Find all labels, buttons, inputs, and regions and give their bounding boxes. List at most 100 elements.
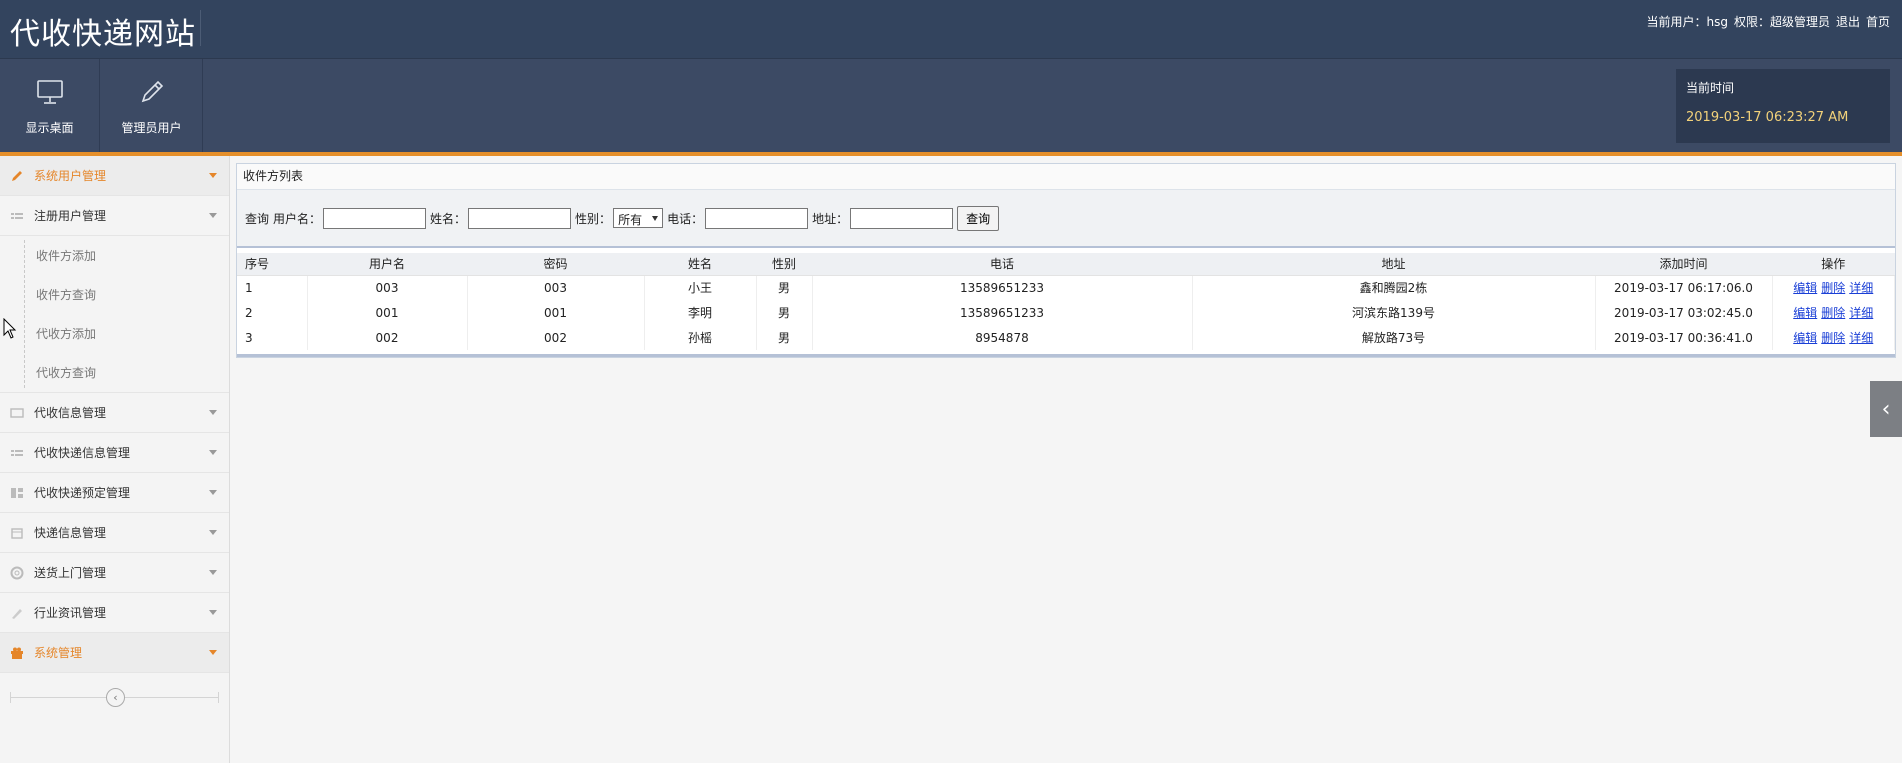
user-info: 当前用户：hsg 权限：超级管理员 退出 首页 — [1646, 13, 1890, 30]
cell-no: 2 — [237, 300, 308, 325]
current-user: 当前用户：hsg — [1646, 15, 1728, 29]
permission: 权限：超级管理员 — [1733, 15, 1830, 29]
sidebar-collapse-row: ‹ — [0, 673, 229, 723]
name-input[interactable] — [468, 207, 572, 229]
show-desktop-button[interactable]: 显示桌面 — [0, 59, 100, 153]
phone-input[interactable] — [705, 207, 809, 229]
detail-link[interactable]: 详细 — [1849, 306, 1873, 320]
current-time-box: 当前时间 2019-03-17 06:23:27 AM — [1676, 69, 1890, 143]
grid-icon — [11, 488, 23, 498]
gender-label: 性别： — [575, 211, 612, 226]
address-label: 地址： — [812, 211, 849, 226]
cell-name: 李明 — [644, 300, 757, 325]
submenu-item-agent-query[interactable]: 代收方查询 — [0, 353, 229, 392]
query-label: 查询 — [245, 211, 270, 226]
submenu-item-recipient-query[interactable]: 收件方查询 — [0, 275, 229, 314]
cell-password: 003 — [467, 275, 645, 300]
chevron-down-icon — [209, 650, 217, 655]
detail-link[interactable]: 详细 — [1849, 331, 1873, 345]
table-header-row: 序号 用户名 密码 姓名 性别 电话 地址 添加时间 操作 — [237, 253, 1895, 276]
cell-username: 003 — [307, 275, 468, 300]
sidebar-item-delivery-info[interactable]: 快递信息管理 — [0, 513, 229, 553]
recipient-table: 序号 用户名 密码 姓名 性别 电话 地址 添加时间 操作 1 003 003 … — [237, 253, 1895, 350]
accent-line — [0, 152, 1902, 156]
col-header: 性别 — [756, 253, 812, 276]
toolbar: 显示桌面 管理员用户 当前时间 2019-03-17 06:23:27 AM — [0, 58, 1902, 153]
address-input[interactable] — [850, 207, 954, 229]
time-value: 2019-03-17 06:23:27 AM — [1686, 110, 1849, 125]
brush-icon — [12, 609, 22, 619]
table-row: 2 001 001 李明 男 13589651233 河滨东路139号 2019… — [237, 300, 1895, 325]
inbox-icon — [10, 408, 24, 418]
edit-link[interactable]: 编辑 — [1793, 306, 1817, 320]
gift-icon — [11, 647, 23, 659]
pencil-icon — [12, 171, 22, 181]
cell-phone: 13589651233 — [812, 275, 1193, 300]
cell-address: 解放路73号 — [1192, 325, 1596, 350]
delete-link[interactable]: 删除 — [1821, 281, 1845, 295]
sidebar-item-system-users[interactable]: 系统用户管理 — [0, 156, 229, 196]
sidebar-item-express-info[interactable]: 代收快递信息管理 — [0, 433, 229, 473]
col-header: 操作 — [1772, 253, 1895, 276]
name-label: 姓名： — [430, 211, 467, 226]
sidebar-item-industry-news[interactable]: 行业资讯管理 — [0, 593, 229, 633]
cell-gender: 男 — [756, 275, 813, 300]
cell-no: 1 — [237, 275, 308, 300]
admin-user-label: 管理员用户 — [121, 120, 182, 135]
collapse-sidebar-button[interactable]: ‹ — [106, 688, 125, 707]
delete-link[interactable]: 删除 — [1821, 331, 1845, 345]
sidebar-item-label: 代收信息管理 — [34, 406, 107, 420]
sidebar-item-system-management[interactable]: 系统管理 — [0, 633, 229, 673]
cell-time: 2019-03-17 06:17:06.0 — [1595, 275, 1773, 300]
list-icon — [11, 450, 23, 456]
cell-gender: 男 — [756, 325, 813, 350]
cell-address: 鑫和腾园2栋 — [1192, 275, 1596, 300]
submenu-item-agent-add[interactable]: 代收方添加 — [0, 314, 229, 353]
calendar-icon — [11, 528, 23, 539]
table-row: 3 002 002 孙榣 男 8954878 解放路73号 2019-03-17… — [237, 325, 1895, 350]
col-header: 密码 — [467, 253, 644, 276]
col-header: 用户名 — [307, 253, 467, 276]
cell-time: 2019-03-17 00:36:41.0 — [1595, 325, 1773, 350]
sidebar-item-label: 系统用户管理 — [34, 169, 107, 183]
title-divider — [200, 10, 201, 46]
edit-link[interactable]: 编辑 — [1793, 281, 1817, 295]
sidebar-item-door-delivery[interactable]: 送货上门管理 — [0, 553, 229, 593]
detail-link[interactable]: 详细 — [1849, 281, 1873, 295]
home-link[interactable]: 首页 — [1866, 13, 1890, 30]
delete-link[interactable]: 删除 — [1821, 306, 1845, 320]
admin-user-button[interactable]: 管理员用户 — [101, 59, 203, 153]
submenu-item-recipient-add[interactable]: 收件方添加 — [0, 236, 229, 275]
sidebar-item-collection-info[interactable]: 代收信息管理 — [0, 393, 229, 433]
sidebar-item-label: 行业资讯管理 — [34, 606, 107, 620]
col-header: 序号 — [237, 253, 307, 276]
gender-select[interactable]: 所有 — [613, 208, 664, 228]
edit-link[interactable]: 编辑 — [1793, 331, 1817, 345]
query-button[interactable]: 查询 — [957, 205, 1000, 231]
submenu: 收件方添加 收件方查询 代收方添加 代收方查询 — [0, 236, 229, 393]
username-input[interactable] — [323, 207, 427, 229]
cell-actions: 编辑 删除 详细 — [1772, 300, 1895, 325]
search-form: 查询 用户名： 姓名： 性别： 所有 电话： 地址： 查询 — [237, 190, 1895, 248]
site-title: 代收快递网站 — [10, 17, 196, 52]
sidebar-item-registered-users[interactable]: 注册用户管理 — [0, 196, 229, 236]
lifebuoy-icon — [10, 566, 24, 580]
table-row: 1 003 003 小王 男 13589651233 鑫和腾园2栋 2019-0… — [237, 275, 1895, 300]
time-label: 当前时间 — [1686, 81, 1735, 95]
col-header: 电话 — [812, 253, 1192, 276]
chevron-down-icon — [209, 490, 217, 495]
cell-address: 河滨东路139号 — [1192, 300, 1596, 325]
cell-password: 001 — [467, 300, 645, 325]
cell-name: 小王 — [644, 275, 757, 300]
cell-username: 002 — [307, 325, 468, 350]
recipient-list-panel: 收件方列表 查询 用户名： 姓名： 性别： 所有 电话： 地址： 查询 序号 用… — [236, 163, 1896, 358]
cell-phone: 8954878 — [812, 325, 1193, 350]
sidebar-item-express-booking[interactable]: 代收快递预定管理 — [0, 473, 229, 513]
sidebar-item-label: 代收快递预定管理 — [34, 486, 131, 500]
right-drawer-toggle[interactable]: ‹ — [1870, 381, 1902, 437]
list-icon — [11, 213, 23, 219]
chevron-down-icon — [209, 450, 217, 455]
chevron-down-icon — [209, 173, 217, 178]
cell-gender: 男 — [756, 300, 813, 325]
logout-link[interactable]: 退出 — [1836, 13, 1860, 30]
